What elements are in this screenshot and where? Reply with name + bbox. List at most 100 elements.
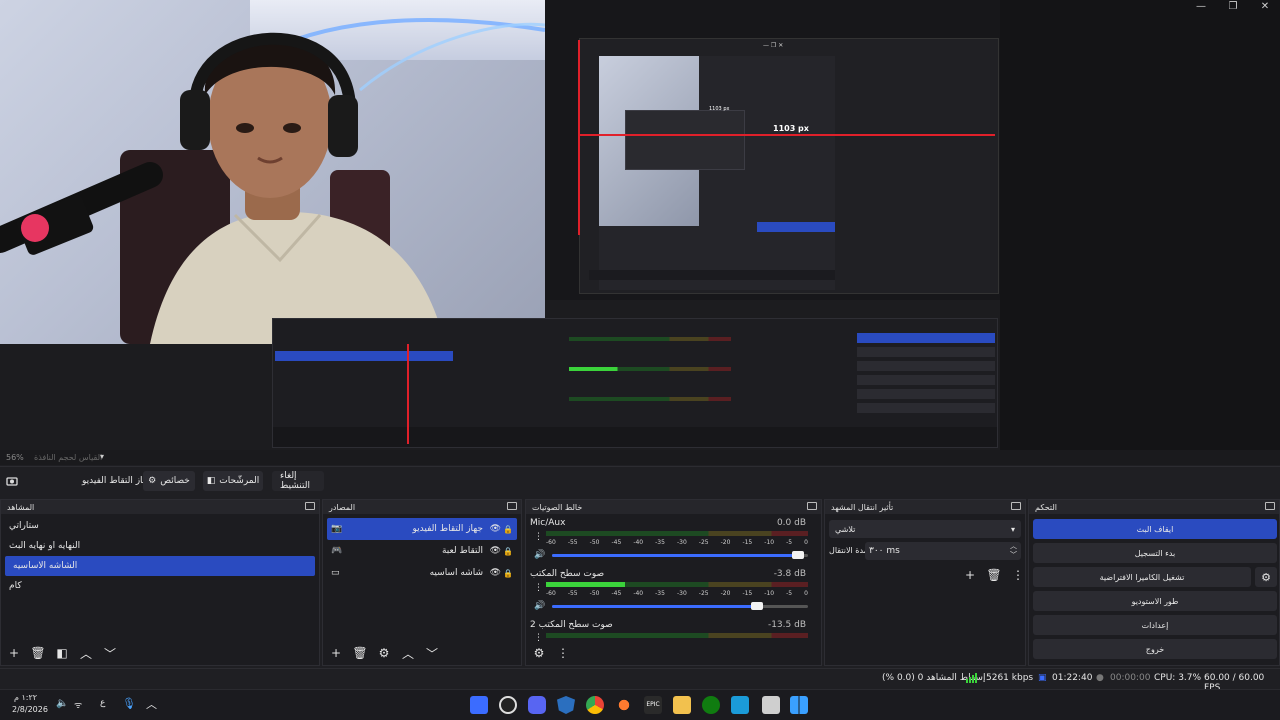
speaker-icon[interactable]: 🔊 bbox=[534, 550, 545, 560]
trash-icon[interactable]: 🗑 bbox=[351, 644, 369, 662]
measure-label-big: 1103 px bbox=[773, 124, 809, 133]
source-item[interactable]: 🎮 التقاط لعبة 👁 🔒 bbox=[323, 540, 521, 562]
preview-area[interactable]: — ❐ ✕ 1103 px 1103 px — ❐ ✕ bbox=[0, 0, 1280, 450]
gear-icon[interactable]: ⚙ bbox=[1255, 567, 1277, 587]
preview-canvas[interactable]: — ❐ ✕ 1103 px 1103 px bbox=[0, 0, 1000, 450]
photos-icon[interactable] bbox=[731, 696, 749, 714]
measure-label-small: 1103 px bbox=[709, 106, 730, 112]
volume-icon[interactable]: 🔈 bbox=[56, 698, 68, 709]
channel-name: صوت سطح المكتب bbox=[530, 569, 605, 579]
filter-icon[interactable]: ◧ bbox=[53, 644, 71, 662]
duration-input[interactable]: ٣٠٠ ms ︿ ﹀ bbox=[865, 542, 1021, 560]
chevron-down-icon[interactable]: ﹀ bbox=[101, 644, 119, 662]
gamepad-icon: 🎮 bbox=[331, 546, 343, 556]
settings-button[interactable]: إعدادات bbox=[1033, 615, 1277, 635]
add-icon[interactable]: + bbox=[327, 644, 345, 662]
deactivate-button[interactable]: إلغاء التنشيط bbox=[272, 471, 324, 491]
transition-select[interactable]: تلاشي ▾ bbox=[829, 520, 1021, 538]
add-icon[interactable]: + bbox=[961, 566, 979, 584]
volume-knob[interactable] bbox=[791, 551, 804, 559]
eye-icon[interactable]: 👁 bbox=[490, 524, 501, 534]
kebab-menu-icon[interactable]: ⋮ bbox=[554, 644, 572, 662]
exit-button[interactable]: خروج bbox=[1033, 639, 1277, 659]
lock-icon[interactable]: 🔒 bbox=[503, 525, 513, 534]
virtual-camera-button[interactable]: تشغيل الكاميرا الافتراضية bbox=[1033, 567, 1251, 587]
clock-date[interactable]: 2/8/2026 bbox=[12, 705, 48, 714]
kebab-menu-icon[interactable]: ⋮ bbox=[1009, 566, 1027, 584]
meter-tick: -35 bbox=[655, 539, 665, 546]
scene-item[interactable]: كام bbox=[1, 576, 319, 596]
obs-icon[interactable] bbox=[499, 696, 517, 714]
spin-icon[interactable]: ︿ ﹀ bbox=[1010, 542, 1017, 560]
meter-tick: -40 bbox=[633, 590, 644, 597]
chevron-down-icon[interactable]: ▾ bbox=[100, 452, 104, 461]
folder-icon[interactable] bbox=[673, 696, 691, 714]
camera-icon: 📷 bbox=[331, 524, 343, 534]
app-icon[interactable] bbox=[615, 696, 633, 714]
scenes-footer: + 🗑 ◧ ︿ ﹀ bbox=[1, 641, 319, 665]
zoom-level[interactable]: 56% bbox=[6, 453, 24, 462]
meter-tick: -50 bbox=[589, 539, 600, 546]
signal-bars-icon bbox=[966, 673, 978, 683]
trash-icon[interactable]: 🗑 bbox=[29, 644, 47, 662]
start-recording-button[interactable]: بدء التسجيل bbox=[1033, 543, 1277, 563]
meter-tick: -10 bbox=[764, 539, 775, 546]
stop-streaming-button[interactable]: ايقاف البث bbox=[1033, 519, 1277, 539]
cpu-usage: CPU: 3.7% bbox=[1154, 673, 1202, 683]
float-icon[interactable] bbox=[1265, 502, 1275, 510]
zoom-mode[interactable]: القياس لحجم النافذة bbox=[34, 453, 102, 462]
notes-app-icon[interactable] bbox=[470, 696, 488, 714]
chevron-down-icon[interactable]: ﹀ bbox=[423, 644, 441, 662]
float-icon[interactable] bbox=[305, 502, 315, 510]
epic-games-icon[interactable]: EPIC bbox=[644, 696, 662, 714]
speaker-icon[interactable]: 🔊 bbox=[534, 601, 545, 611]
chevron-up-icon[interactable]: ︿ bbox=[146, 696, 157, 712]
chrome-icon[interactable] bbox=[586, 696, 604, 714]
volume-knob[interactable] bbox=[750, 602, 763, 610]
scene-item-selected[interactable]: الشاشه الاساسيه bbox=[5, 556, 315, 576]
source-item[interactable]: ▭ شاشه اساسيه 👁 🔒 bbox=[323, 562, 521, 584]
add-icon[interactable]: + bbox=[5, 644, 23, 662]
float-icon[interactable] bbox=[807, 502, 817, 510]
scene-item[interactable]: ستاراتي bbox=[1, 516, 319, 536]
shield-icon[interactable] bbox=[557, 696, 575, 714]
input-language[interactable]: ع bbox=[100, 698, 105, 708]
microphone-icon[interactable]: 🎙 bbox=[122, 697, 136, 710]
float-icon[interactable] bbox=[1011, 502, 1021, 510]
maximize-button[interactable]: ❐ bbox=[1218, 0, 1248, 14]
chevron-up-icon[interactable]: ︿ bbox=[77, 644, 95, 662]
scene-item[interactable]: النهايه او نهايه البث bbox=[1, 536, 319, 556]
meter-fill bbox=[546, 582, 625, 587]
volume-slider[interactable] bbox=[552, 602, 808, 610]
kebab-menu-icon[interactable]: ⋮ bbox=[534, 583, 543, 593]
float-icon[interactable] bbox=[507, 502, 517, 510]
eye-icon[interactable]: 👁 bbox=[490, 546, 501, 556]
wifi-icon[interactable]: ᯤ bbox=[74, 698, 82, 711]
filters-button[interactable]: ◧ المرشّحات bbox=[203, 471, 263, 491]
source-label: شاشه اساسيه bbox=[429, 568, 483, 578]
captured-meter-2 bbox=[569, 367, 731, 371]
studio-mode-button[interactable]: طور الاستوديو bbox=[1033, 591, 1277, 611]
chevron-up-icon[interactable]: ︿ bbox=[399, 644, 417, 662]
close-button[interactable]: ✕ bbox=[1250, 0, 1280, 14]
source-item-selected[interactable]: 📷 جهاز التقاط الفيديو 👁 🔒 bbox=[327, 518, 517, 540]
sources-dock: المصادر 📷 جهاز التقاط الفيديو 👁 🔒 🎮 التق… bbox=[322, 499, 522, 666]
xbox-icon[interactable] bbox=[702, 696, 720, 714]
windows-start-icon[interactable] bbox=[790, 696, 808, 714]
properties-button[interactable]: ⚙ خصائص bbox=[143, 471, 195, 491]
discord-icon[interactable] bbox=[528, 696, 546, 714]
advanced-audio-icon[interactable]: ⚙ bbox=[530, 644, 548, 662]
volume-slider[interactable] bbox=[552, 551, 808, 559]
meter-tick: 0 bbox=[804, 539, 808, 546]
nested-docks bbox=[625, 110, 745, 170]
lock-icon[interactable]: 🔒 bbox=[503, 569, 513, 578]
preview-status-bar: 56% القياس لحجم النافذة ▾ bbox=[0, 450, 1280, 465]
eye-icon[interactable]: 👁 bbox=[490, 568, 501, 578]
gear-icon[interactable]: ⚙ bbox=[375, 644, 393, 662]
lock-icon[interactable]: 🔒 bbox=[503, 547, 513, 556]
clock-time[interactable]: ١:٢٢ م bbox=[14, 693, 37, 702]
window-icon[interactable] bbox=[762, 696, 780, 714]
minimize-button[interactable]: — bbox=[1186, 0, 1216, 14]
trash-icon[interactable]: 🗑 bbox=[985, 566, 1003, 584]
kebab-menu-icon[interactable]: ⋮ bbox=[534, 532, 543, 542]
